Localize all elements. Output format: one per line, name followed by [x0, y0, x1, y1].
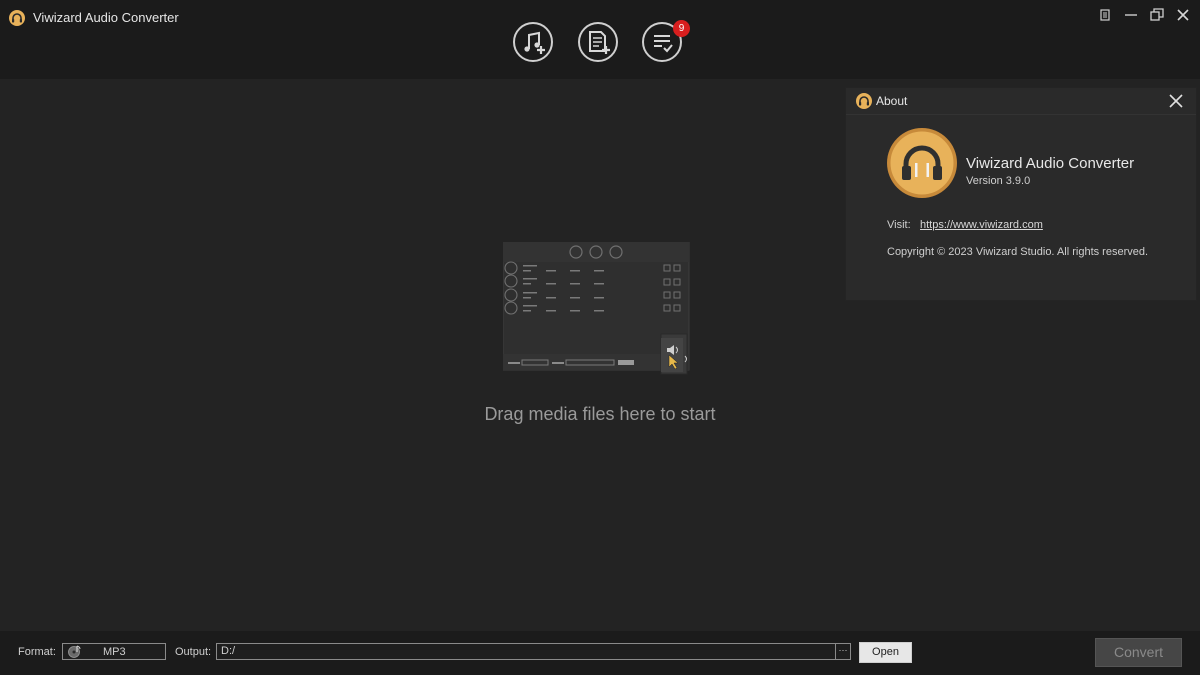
- visit-label: Visit:: [887, 219, 911, 231]
- file-add-icon: [589, 31, 610, 54]
- menu-icon: [1100, 9, 1110, 21]
- app-title: Viwizard Audio Converter: [33, 10, 179, 25]
- convert-button[interactable]: Convert: [1095, 638, 1182, 667]
- output-label: Output:: [175, 646, 212, 658]
- about-dialog: About Viwizard Audio Converter Version 3…: [846, 88, 1196, 300]
- output-path-field[interactable]: D:/: [216, 643, 836, 660]
- restore-icon: [1150, 8, 1164, 21]
- restore-button[interactable]: [1148, 6, 1166, 24]
- converted-count-badge: 9: [673, 20, 690, 37]
- open-output-button[interactable]: Open: [859, 642, 912, 663]
- app-window: Viwizard Audio Converter 9 Drag media fi…: [0, 0, 1200, 675]
- add-file-button[interactable]: [578, 22, 618, 62]
- format-label: Format:: [18, 646, 56, 658]
- close-icon: [1169, 94, 1183, 108]
- minimize-icon: [1125, 14, 1137, 16]
- format-select[interactable]: MP3: [62, 643, 166, 660]
- add-music-button[interactable]: [513, 22, 553, 62]
- drop-hint-text: Drag media files here to start: [484, 404, 716, 424]
- product-logo: [887, 128, 957, 198]
- about-header: About: [846, 88, 1196, 115]
- format-value: MP3: [103, 646, 126, 658]
- website-link[interactable]: https://www.viwizard.com: [920, 219, 1043, 231]
- close-icon: [1177, 9, 1189, 21]
- bottom-bar: Format: MP3 Output: D:/ ··· Open Convert: [0, 631, 1200, 675]
- product-name: Viwizard Audio Converter: [966, 155, 1135, 172]
- app-logo-icon: [9, 10, 25, 26]
- app-logo-icon: [856, 93, 872, 109]
- about-close-button[interactable]: [1167, 92, 1185, 110]
- copyright-text: Copyright © 2023 Viwizard Studio. All ri…: [887, 246, 1149, 258]
- version-text: Version 3.9.0: [966, 175, 1031, 187]
- drag-drop-illustration: [502, 241, 697, 376]
- about-title: About: [876, 94, 908, 108]
- music-add-icon: [524, 31, 545, 54]
- close-button[interactable]: [1174, 6, 1192, 24]
- browse-output-button[interactable]: ···: [835, 643, 851, 660]
- menu-button[interactable]: [1096, 6, 1114, 24]
- format-icon: [68, 645, 82, 658]
- minimize-button[interactable]: [1122, 6, 1140, 24]
- title-bar: Viwizard Audio Converter 9: [0, 0, 1200, 79]
